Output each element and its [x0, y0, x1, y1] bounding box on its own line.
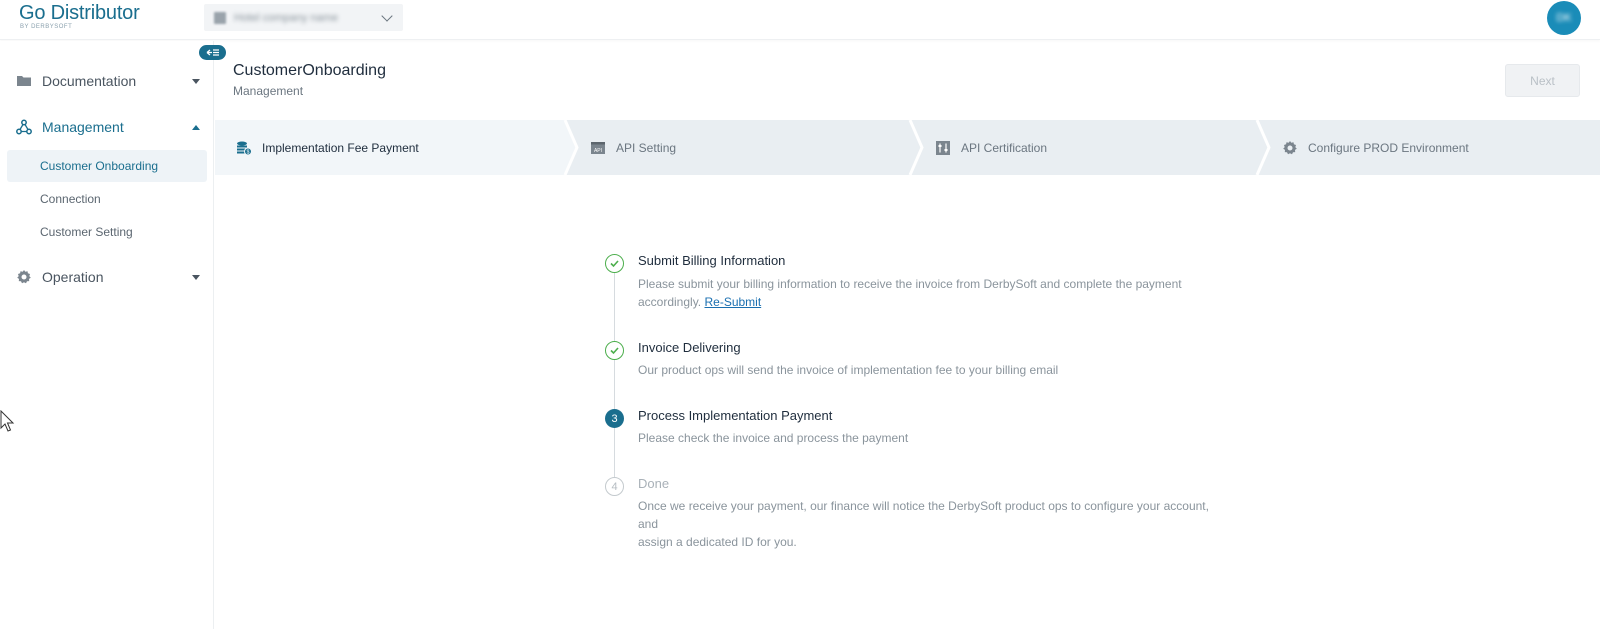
step-number-badge: 3: [605, 409, 624, 428]
step-implementation-fee-payment[interactable]: $ Implementation Fee Payment: [236, 120, 419, 175]
building-icon: [214, 11, 226, 24]
description-line: Once we receive your payment, our financ…: [638, 499, 1209, 531]
page-subtitle: Management: [233, 84, 304, 98]
collapse-sidebar-icon: [206, 49, 219, 56]
step-number-badge: 4: [605, 477, 624, 496]
description-line: accordingly.: [638, 295, 702, 309]
timeline-item-description: Please submit your billing information t…: [638, 275, 1228, 311]
folder-icon: [17, 76, 31, 86]
resubmit-link[interactable]: Re-Submit: [704, 295, 761, 309]
step-label: API Certification: [961, 140, 1048, 155]
gear-icon: [17, 270, 31, 284]
step-separator: [908, 120, 924, 175]
step-complete-check-icon: [605, 254, 624, 273]
caret-down-icon: [192, 78, 200, 84]
caret-down-icon: [192, 274, 200, 280]
timeline-item-description: Our product ops will send the invoice of…: [638, 363, 1059, 377]
timeline-connector: [614, 428, 615, 478]
step-label: Configure PROD Environment: [1308, 140, 1469, 155]
chevron-down-icon: [381, 9, 393, 22]
logo-subtext: BY DERBYSOFT: [20, 24, 73, 30]
onboarding-steps: $ Implementation Fee Payment API API Set…: [215, 120, 1600, 175]
step-api-setting[interactable]: API API Setting: [590, 120, 676, 175]
timeline-item-title: Process Implementation Payment: [638, 408, 833, 423]
step-label: API Setting: [616, 140, 677, 155]
top-bar: Go Distributor BY DERBYSOFT Hotel compan…: [0, 0, 1600, 40]
step-configure-prod-environment[interactable]: Configure PROD Environment: [1282, 120, 1469, 175]
user-avatar[interactable]: DK: [1547, 1, 1581, 35]
timeline-connector: [614, 273, 615, 343]
sidebar-group-label: Documentation: [42, 73, 137, 89]
mouse-cursor-icon: [0, 410, 15, 432]
svg-text:$: $: [247, 149, 250, 155]
sidebar-group-operation[interactable]: Operation: [0, 265, 214, 289]
step-label: Implementation Fee Payment: [262, 140, 419, 155]
next-button[interactable]: Next: [1505, 64, 1580, 97]
step-api-certification[interactable]: API Certification: [935, 120, 1047, 175]
step-complete-check-icon: [605, 341, 624, 360]
timeline-item-description: Please check the invoice and process the…: [638, 431, 909, 445]
timeline-item-description: Once we receive your payment, our financ…: [638, 497, 1228, 551]
timeline-item-title: Submit Billing Information: [638, 253, 786, 268]
coins-icon: $: [237, 141, 252, 155]
timeline-item-title: Invoice Delivering: [638, 340, 741, 355]
page-title: CustomerOnboarding: [233, 62, 386, 79]
step-separator: [563, 120, 579, 175]
sidebar-group-management[interactable]: Management: [0, 115, 214, 139]
description-line: assign a dedicated ID for you.: [638, 535, 797, 549]
timeline-item-title: Done: [638, 476, 670, 491]
sliders-icon: [936, 140, 950, 155]
avatar-initials: DK: [1556, 12, 1572, 24]
logo-text: Go Distributor: [19, 2, 140, 24]
company-select-value: Hotel company name: [234, 11, 338, 24]
sidebar: Documentation Management Customer Onboar…: [0, 41, 214, 629]
gear-icon: [1283, 140, 1297, 154]
description-line: Please submit your billing information t…: [638, 277, 1182, 291]
sidebar-item-connection[interactable]: Connection: [7, 183, 207, 215]
sidebar-group-documentation[interactable]: Documentation: [0, 69, 214, 93]
collapse-sidebar-button[interactable]: [199, 45, 226, 60]
timeline-connector: [614, 359, 615, 409]
caret-up-icon: [192, 124, 200, 130]
sidebar-group-label: Management: [42, 119, 124, 135]
sidebar-item-customer-setting[interactable]: Customer Setting: [7, 216, 207, 248]
sidebar-group-label: Operation: [42, 269, 104, 285]
go-distributor-logo[interactable]: Go Distributor BY DERBYSOFT: [19, 2, 140, 30]
management-icon: [16, 119, 32, 135]
company-select[interactable]: Hotel company name: [204, 4, 403, 31]
svg-text:API: API: [594, 148, 602, 154]
sidebar-item-customer-onboarding[interactable]: Customer Onboarding: [7, 150, 207, 182]
api-icon: API: [591, 141, 605, 154]
step-separator: [1255, 120, 1271, 175]
